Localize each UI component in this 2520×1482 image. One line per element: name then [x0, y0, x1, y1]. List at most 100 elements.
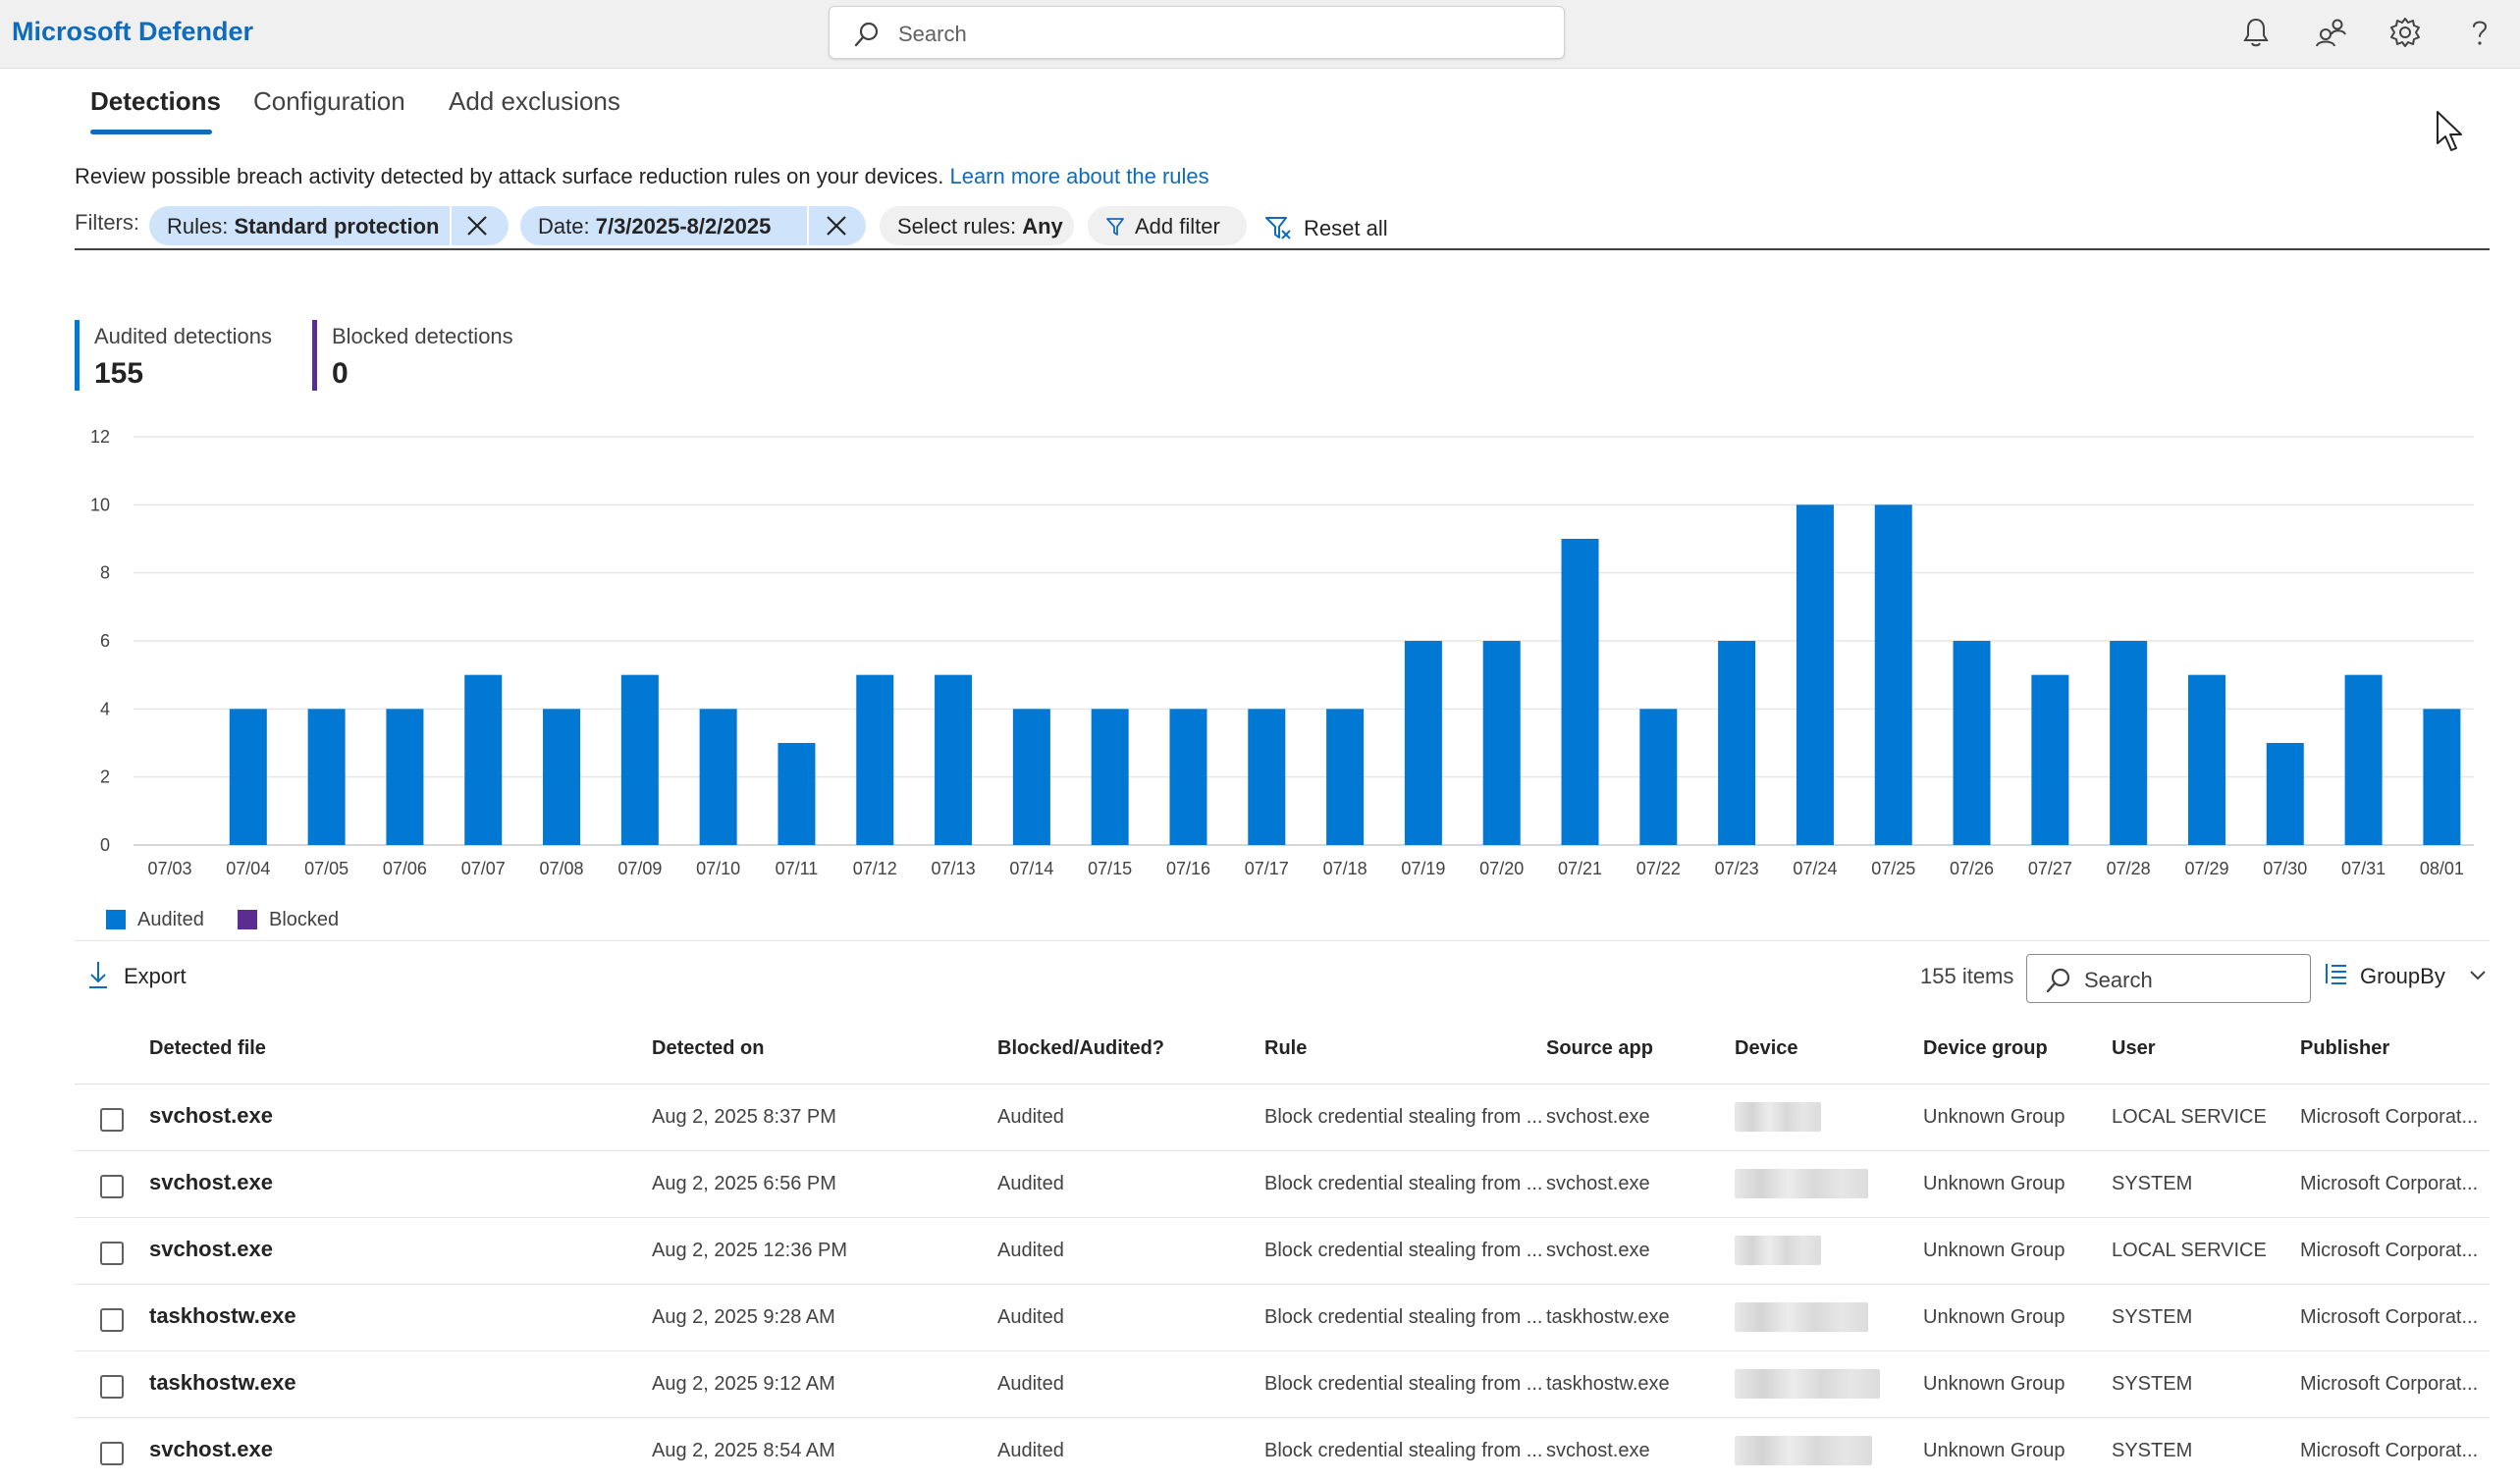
bar-audited[interactable]: [777, 743, 816, 845]
row-checkbox[interactable]: [100, 1308, 124, 1332]
rules-filter-pill[interactable]: Rules: Standard protection: [149, 206, 509, 245]
table-search-input[interactable]: Search: [2026, 954, 2311, 1003]
user-cell: SYSTEM: [2112, 1173, 2193, 1194]
device-name-redacted: [1735, 1102, 1821, 1132]
detected-file-cell[interactable]: svchost.exe: [149, 1237, 273, 1262]
pill-separator: [450, 206, 452, 245]
add-filter-button[interactable]: Add filter: [1088, 206, 1247, 245]
bar-audited[interactable]: [464, 674, 503, 845]
bar-audited[interactable]: [1012, 709, 1050, 845]
device-group-cell: Unknown Group: [1923, 1440, 2065, 1461]
help-icon[interactable]: [2462, 15, 2497, 50]
column-header-source-app[interactable]: Source app: [1546, 1037, 1653, 1060]
bar-audited[interactable]: [386, 709, 424, 845]
date-filter-pill[interactable]: Date: 7/3/2025-8/2/2025: [520, 206, 866, 245]
bar-audited[interactable]: [856, 674, 894, 845]
table-row[interactable]: svchost.exe Aug 2, 2025 8:37 PM Audited Blo…: [75, 1085, 2490, 1151]
bar-audited[interactable]: [2266, 743, 2304, 845]
bar-audited[interactable]: [1248, 709, 1286, 845]
detected-on-cell: Aug 2, 2025 8:54 AM: [652, 1440, 835, 1461]
column-header-detected-file[interactable]: Detected file: [149, 1037, 266, 1060]
kpi-value: 155: [94, 357, 144, 390]
bar-audited[interactable]: [1796, 504, 1834, 845]
bar-audited[interactable]: [699, 709, 737, 845]
kpi-color-bar: [75, 320, 80, 391]
bar-audited[interactable]: [935, 674, 973, 845]
tab-add-exclusions[interactable]: Add exclusions: [449, 86, 620, 117]
select-rules-filter-pill[interactable]: Select rules: Any: [880, 206, 1074, 245]
row-checkbox[interactable]: [100, 1175, 124, 1198]
source-app-cell: svchost.exe: [1546, 1106, 1650, 1128]
legend-item-audited[interactable]: Audited: [106, 908, 224, 933]
bell-icon[interactable]: [2238, 15, 2274, 50]
app-title[interactable]: Microsoft Defender: [12, 17, 253, 47]
bar-audited[interactable]: [2423, 709, 2461, 845]
legend-item-blocked[interactable]: Blocked: [238, 908, 355, 933]
bar-audited[interactable]: [1561, 539, 1599, 845]
table-row[interactable]: svchost.exe Aug 2, 2025 12:36 PM Audited Bl…: [75, 1218, 2490, 1285]
bar-audited[interactable]: [1482, 641, 1521, 845]
bar-audited[interactable]: [1639, 709, 1678, 845]
bar-audited[interactable]: [1874, 504, 1912, 845]
bar-audited[interactable]: [2110, 641, 2148, 845]
column-header-publisher[interactable]: Publisher: [2300, 1037, 2389, 1060]
user-cell: LOCAL SERVICE: [2112, 1240, 2267, 1261]
table-row[interactable]: taskhostw.exe Aug 2, 2025 9:12 AM Audited B…: [75, 1351, 2490, 1418]
row-checkbox[interactable]: [100, 1442, 124, 1465]
bar-audited[interactable]: [1169, 709, 1207, 845]
description-text: Review possible breach activity detected…: [75, 164, 944, 188]
row-checkbox[interactable]: [100, 1375, 124, 1399]
bar-audited[interactable]: [2344, 674, 2383, 845]
learn-more-link[interactable]: Learn more about the rules: [949, 164, 1208, 188]
bar-audited[interactable]: [2187, 674, 2225, 845]
column-header-rule[interactable]: Rule: [1264, 1037, 1307, 1060]
detected-file-cell[interactable]: svchost.exe: [149, 1170, 273, 1195]
detected-file-cell[interactable]: svchost.exe: [149, 1103, 273, 1129]
blocked-detections-kpi[interactable]: Blocked detections 0: [312, 320, 513, 391]
tab-detections[interactable]: Detections: [90, 86, 221, 117]
download-icon: [89, 962, 107, 988]
detected-file-cell[interactable]: svchost.exe: [149, 1437, 273, 1462]
gear-icon[interactable]: [2387, 15, 2423, 50]
x-tick-label: 07/07: [461, 859, 506, 878]
reset-all-label: Reset all: [1304, 216, 1388, 240]
remove-date-filter-close-icon[interactable]: [825, 214, 848, 238]
row-checkbox[interactable]: [100, 1108, 124, 1132]
bar-audited[interactable]: [307, 709, 346, 845]
column-header-detected-on[interactable]: Detected on: [652, 1037, 764, 1060]
detected-file-cell[interactable]: taskhostw.exe: [149, 1370, 296, 1396]
bar-audited[interactable]: [229, 709, 267, 845]
y-tick-label: 2: [100, 767, 110, 787]
row-checkbox[interactable]: [100, 1242, 124, 1265]
table-row[interactable]: taskhostw.exe Aug 2, 2025 9:28 AM Audited B…: [75, 1285, 2490, 1351]
remove-rules-filter-close-icon[interactable]: [465, 214, 489, 238]
filters-divider: [75, 248, 2490, 250]
table-row[interactable]: svchost.exe Aug 2, 2025 6:56 PM Audited Blo…: [75, 1151, 2490, 1218]
source-app-cell: svchost.exe: [1546, 1173, 1650, 1194]
y-tick-label: 8: [100, 563, 110, 583]
bar-audited[interactable]: [2031, 674, 2069, 845]
section-divider: [75, 940, 2490, 941]
items-count: 155 items: [1920, 964, 2014, 988]
bar-audited[interactable]: [1953, 641, 1991, 845]
tab-configuration[interactable]: Configuration: [253, 86, 405, 117]
column-header-device-group[interactable]: Device group: [1923, 1037, 2048, 1060]
x-tick-label: 07/14: [1009, 859, 1053, 878]
column-header-blocked-audited[interactable]: Blocked/Audited?: [997, 1037, 1164, 1060]
legend-swatch: [238, 910, 257, 929]
global-search-input[interactable]: Search: [829, 6, 1565, 59]
detected-file-cell[interactable]: taskhostw.exe: [149, 1303, 296, 1329]
column-header-device[interactable]: Device: [1735, 1037, 1798, 1060]
audited-detections-kpi[interactable]: Audited detections 155: [75, 320, 272, 391]
bar-audited[interactable]: [1718, 641, 1756, 845]
column-header-user[interactable]: User: [2112, 1037, 2155, 1060]
bar-audited[interactable]: [620, 674, 659, 845]
bar-audited[interactable]: [543, 709, 581, 845]
bar-audited[interactable]: [1404, 641, 1442, 845]
bar-audited[interactable]: [1091, 709, 1129, 845]
table-row[interactable]: svchost.exe Aug 2, 2025 8:54 AM Audited Blo…: [75, 1418, 2490, 1482]
publisher-cell: Microsoft Corporat...: [2300, 1306, 2479, 1328]
bar-audited[interactable]: [1326, 709, 1365, 845]
rules-filter-text: Rules: Standard protection: [167, 214, 440, 238]
people-icon[interactable]: [2313, 15, 2348, 50]
